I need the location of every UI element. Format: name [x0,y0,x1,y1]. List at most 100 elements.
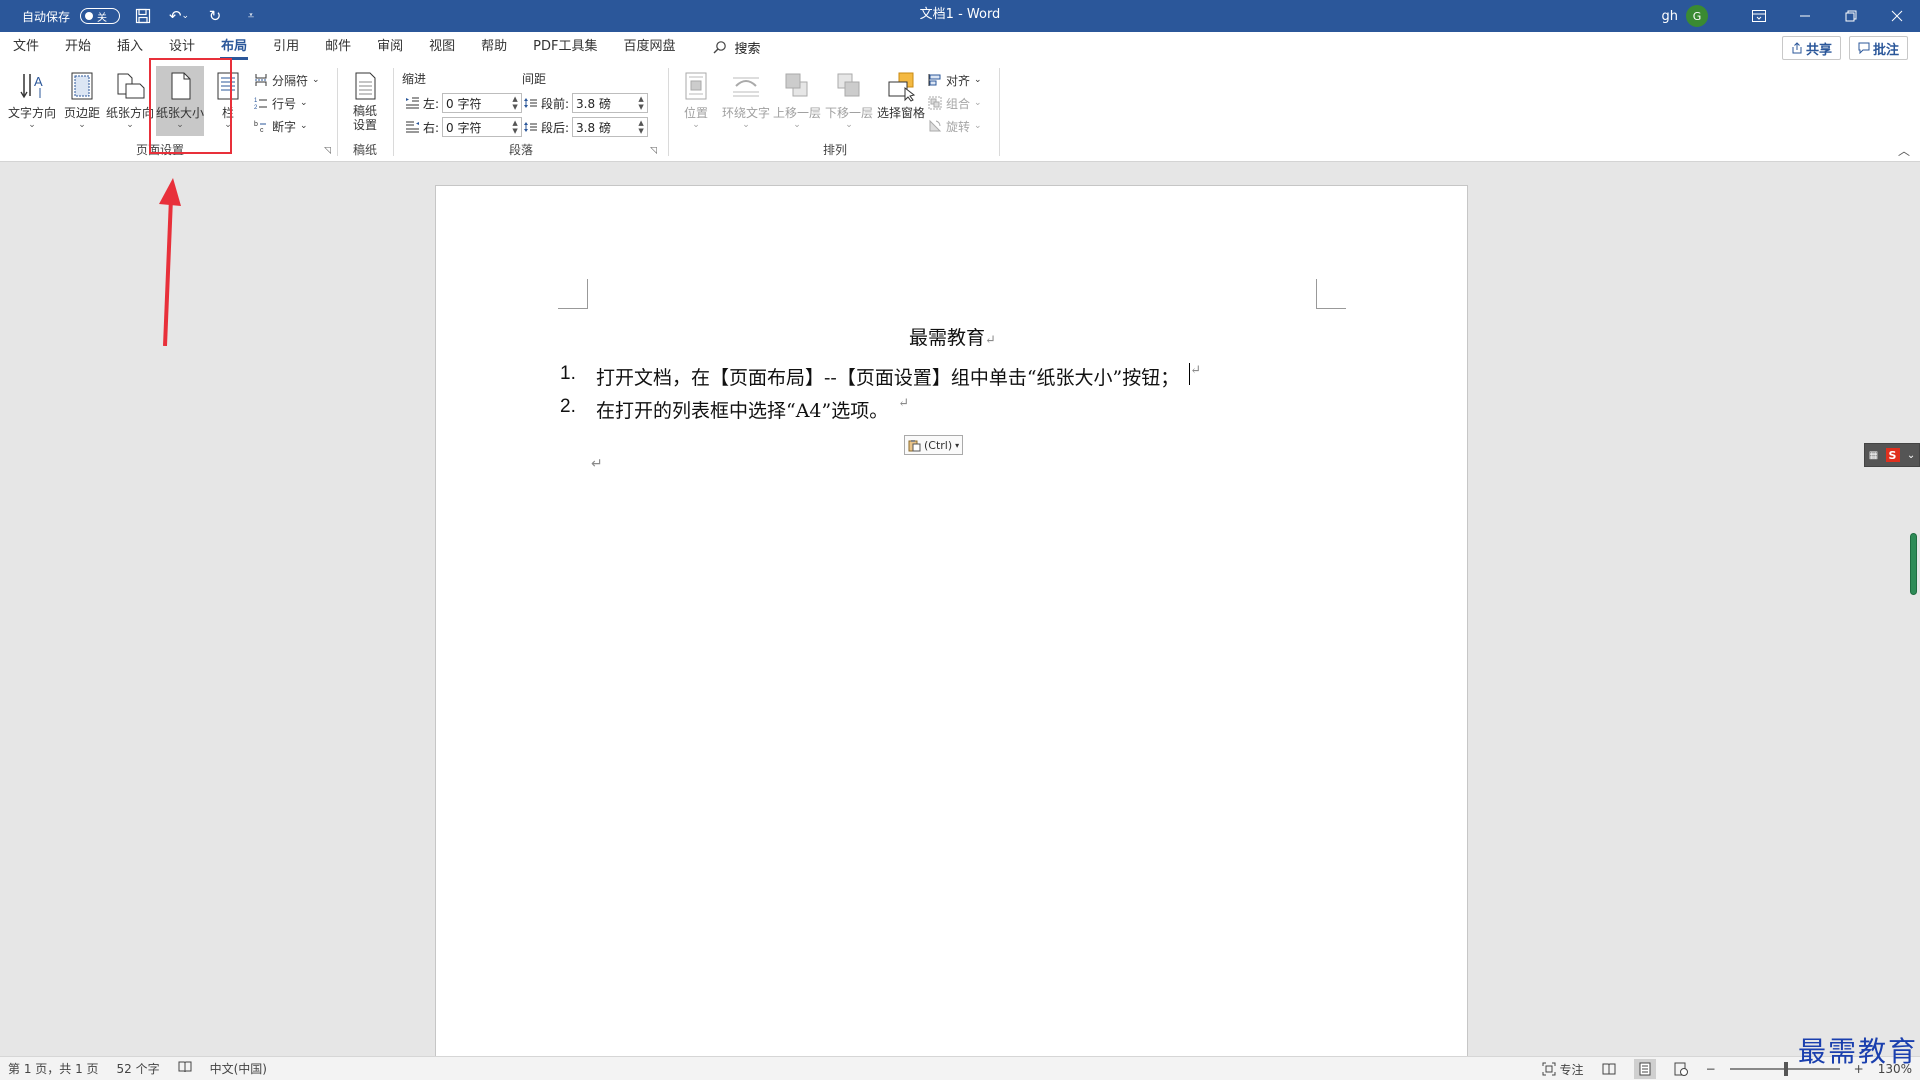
spin-arrows-icon[interactable]: ▲ ▼ [509,95,521,111]
list-item[interactable]: 1. 打开文档，在【页面布局】--【页面设置】组中单击“纸张大小”按钮； ↵ [560,363,1201,390]
zoom-out-icon[interactable]: − [1706,1062,1716,1076]
search-box[interactable]: 搜索 [689,38,761,57]
paragraph-mark: ↵ [985,333,996,348]
tab-review[interactable]: 审阅 [364,32,416,62]
autosave-toggle[interactable]: 关 [80,8,121,24]
language-indicator[interactable]: 中文(中国) [210,1060,267,1077]
window-title: 文档1 - Word [919,7,1001,22]
manuscript-settings-button[interactable]: 稿纸 设置 [341,66,389,146]
autosave-label: 自动保存 [22,9,71,24]
wrap-text-icon [733,77,759,97]
indent-left-value: 0 字符 [446,96,482,111]
spacing-before-icon [524,98,537,108]
wrap-text-button[interactable]: 环绕文字 ⌄ [718,66,774,136]
document-page[interactable]: 最需教育↵ 1. 打开文档，在【页面布局】--【页面设置】组中单击“纸张大小”按… [435,185,1468,1065]
rotate-label: 旋转 [946,119,971,134]
toggle-knob [85,12,94,20]
avatar[interactable]: G [1686,5,1708,27]
restore-icon[interactable] [1828,0,1874,32]
spacing-after-input[interactable]: 3.8 磅 ▲ ▼ [572,117,649,137]
redo-icon[interactable]: ↻ [202,3,228,29]
orientation-button[interactable]: 纸张方向 ⌄ [106,66,154,136]
spacing-label: 间距 [522,72,547,86]
status-bar: 第 1 页，共 1 页 52 个字 中文(中国) 专注 − + 130% [0,1056,1920,1080]
bring-forward-button[interactable]: 上移一层 ⌄ [770,66,824,136]
tab-mailings[interactable]: 邮件 [312,32,364,62]
send-backward-icon [837,73,860,97]
indent-right-icon [406,121,419,133]
paste-options-label: (Ctrl) [924,438,953,452]
group-button[interactable]: 组合 ⌄ [928,93,982,113]
spacing-before-label: 段前: [541,96,570,111]
tab-help[interactable]: 帮助 [468,32,520,62]
input-method-toolbar[interactable]: ▦ S ⌄ [1864,443,1920,467]
rotate-button[interactable]: 旋转 ⌄ [928,116,982,136]
text-direction-button[interactable]: A 文字方向 ⌄ [8,66,56,136]
tab-references[interactable]: 引用 [260,32,312,62]
chevron-down-icon[interactable]: ⌄ [1907,450,1915,461]
ribbon: A 文字方向 ⌄ 页边距 ⌄ 纸张方向 ⌄ 纸张大小 ⌄ 栏 ⌄ 分隔符 ⌄ 1… [0,62,1920,162]
proofing-icon[interactable] [178,1061,192,1076]
position-icon [685,72,707,100]
focus-mode-button[interactable]: 专注 [1542,1061,1584,1078]
search-label: 搜索 [734,41,761,57]
page-count[interactable]: 第 1 页，共 1 页 [8,1060,99,1077]
indent-right-input[interactable]: 0 字符 ▲ ▼ [442,117,523,137]
list-item[interactable]: 2. 在打开的列表框中选择“A4”选项。 ↵ [560,396,909,423]
align-button[interactable]: 对齐 ⌄ [928,70,982,90]
autosave-state: 关 [97,12,108,24]
hyphenation-button[interactable]: bc 断字 ⌄ [254,116,308,136]
zoom-slider-knob[interactable] [1783,1062,1788,1076]
tab-file[interactable]: 文件 [0,32,52,62]
annotation-arrow-icon [159,178,181,346]
document-heading[interactable]: 最需教育↵ [436,323,1469,350]
tab-baidu-netdisk[interactable]: 百度网盘 [610,32,688,62]
customize-quick-access-icon[interactable]: ⩡ [238,3,264,29]
manuscript-icon [355,72,376,100]
read-mode-icon[interactable] [1598,1059,1620,1079]
line-numbers-button[interactable]: 12 行号 ⌄ [254,93,308,113]
indent-left-label: 左: [423,96,440,111]
breaks-button[interactable]: 分隔符 ⌄ [254,70,320,90]
collapse-ribbon-icon[interactable]: ︿ [1898,142,1910,159]
sogou-ime-icon[interactable]: S [1885,448,1900,462]
paste-options-button[interactable]: (Ctrl) ▾ [904,435,964,455]
spin-arrows-icon[interactable]: ▲ ▼ [635,119,647,135]
spacing-before-row: 段前: 3.8 磅 ▲ ▼ [524,93,649,113]
ribbon-display-options-icon[interactable] [1736,0,1782,32]
tab-home[interactable]: 开始 [52,32,104,62]
position-button[interactable]: 位置 ⌄ [672,66,720,136]
text-direction-label: 文字方向 [8,106,57,120]
paragraph-mark: ↵ [1190,363,1202,378]
save-icon[interactable] [130,3,156,29]
position-label: 位置 [683,106,708,120]
spacing-before-input[interactable]: 3.8 磅 ▲ ▼ [572,93,649,113]
tab-pdf-tools[interactable]: PDF工具集 [520,32,610,62]
vertical-scrollbar-thumb[interactable] [1910,533,1917,595]
send-backward-button[interactable]: 下移一层 ⌄ [822,66,876,136]
spin-arrows-icon[interactable]: ▲ ▼ [509,119,521,135]
selection-pane-button[interactable]: 选择窗格 [874,66,928,136]
close-icon[interactable] [1874,0,1920,32]
group-divider [337,68,338,156]
paragraph-launcher-icon[interactable]: ◹ [650,146,660,156]
margins-icon [71,72,93,100]
comments-button[interactable]: 批注 [1849,36,1909,60]
share-button[interactable]: 共享 [1782,36,1842,60]
minimize-icon[interactable] [1782,0,1828,32]
tab-view[interactable]: 视图 [416,32,468,62]
group-icon [928,96,942,110]
word-count[interactable]: 52 个字 [117,1060,160,1077]
keyboard-icon[interactable]: ▦ [1869,450,1878,461]
margins-button[interactable]: 页边距 ⌄ [58,66,106,136]
page-setup-launcher-icon[interactable]: ◹ [324,146,334,156]
spin-arrows-icon[interactable]: ▲ ▼ [635,95,647,111]
user-name[interactable]: gh [1662,9,1679,24]
web-layout-icon[interactable] [1670,1059,1692,1079]
send-backward-label: 下移一层 [824,106,873,120]
indent-left-input[interactable]: 0 字符 ▲ ▼ [442,93,523,113]
margins-label: 页边距 [63,106,100,120]
indent-label: 缩进 [402,72,427,86]
undo-icon[interactable]: ↶ ⌄ [166,3,192,29]
print-layout-icon[interactable] [1633,1059,1656,1079]
